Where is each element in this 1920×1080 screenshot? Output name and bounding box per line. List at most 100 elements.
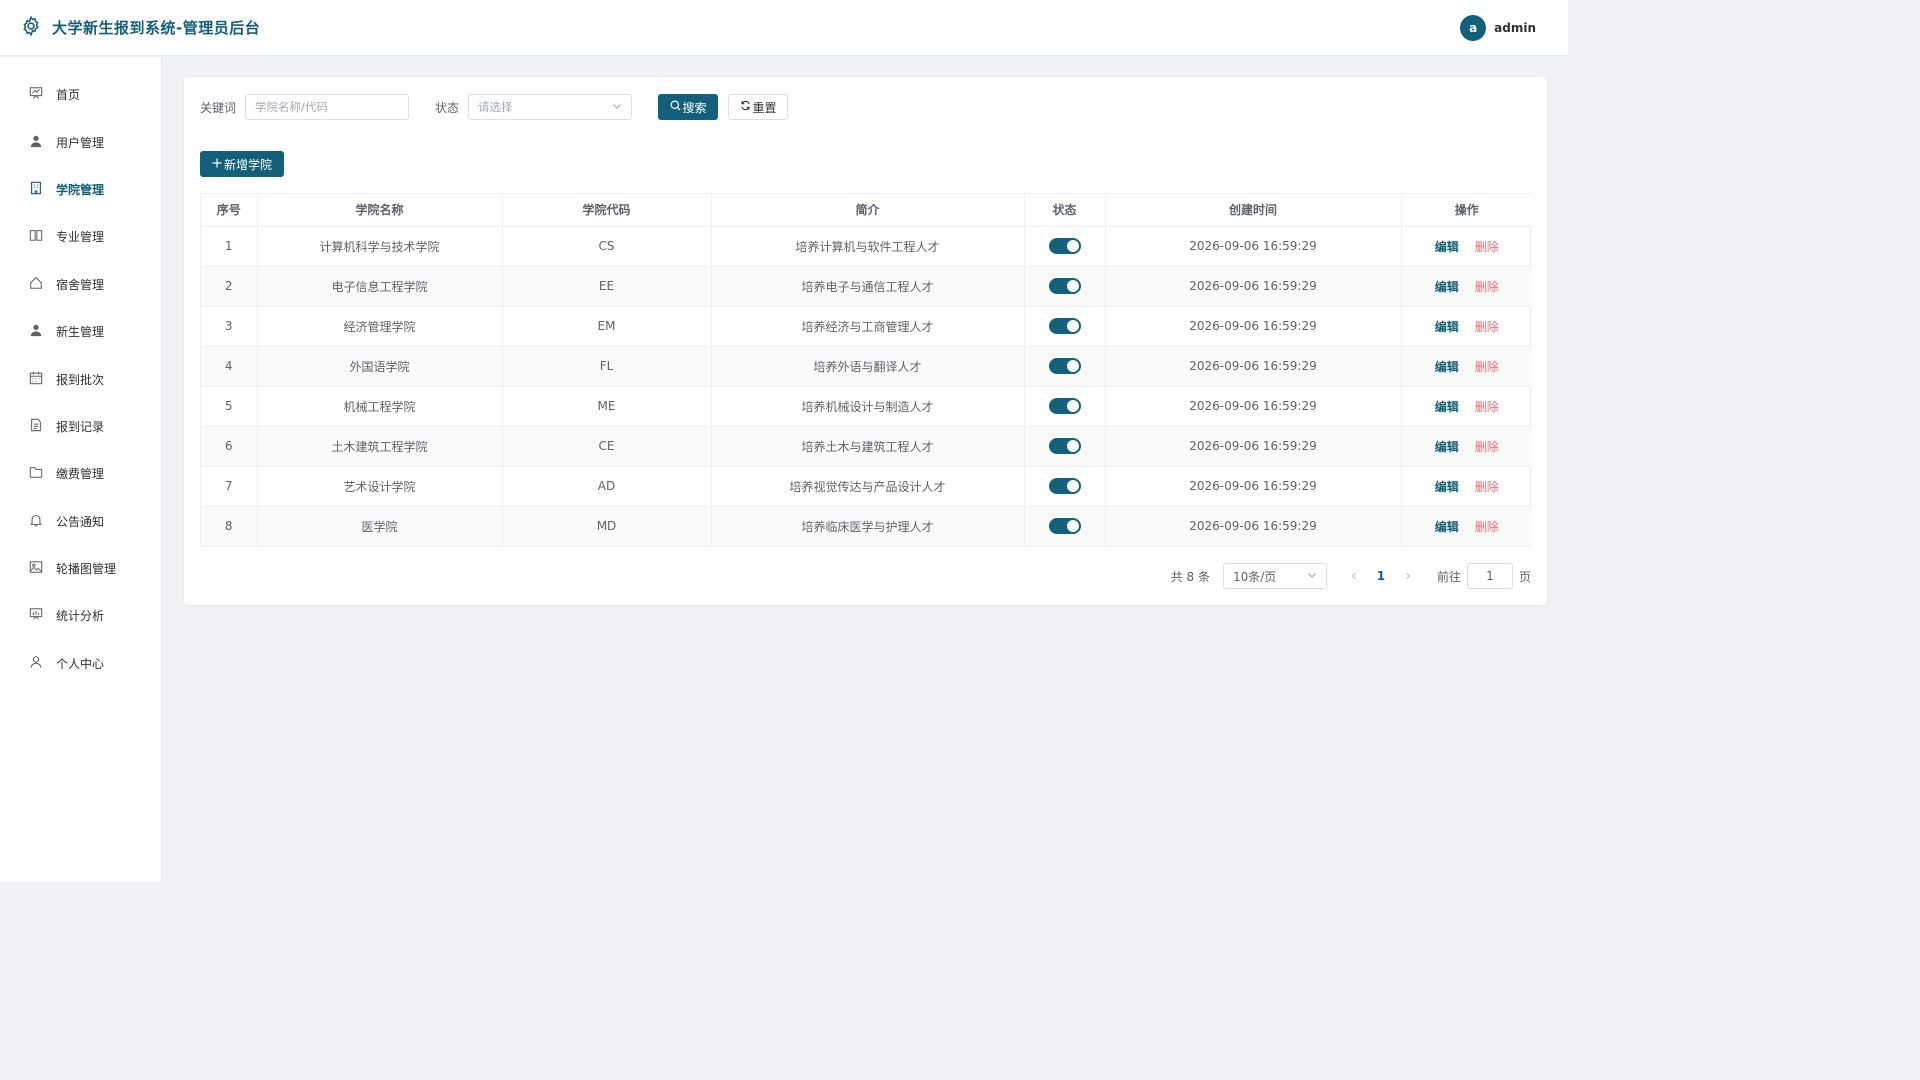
edit-button[interactable]: 编辑 [1435, 320, 1459, 334]
sidebar-item-colleges[interactable]: 学院管理 [0, 166, 161, 213]
sidebar-item-carousel[interactable]: 轮播图管理 [0, 545, 161, 592]
status-toggle[interactable] [1048, 278, 1081, 294]
delete-button[interactable]: 删除 [1475, 440, 1499, 454]
sidebar-item-majors[interactable]: 专业管理 [0, 213, 161, 260]
edit-button[interactable]: 编辑 [1435, 280, 1459, 294]
edit-button[interactable]: 编辑 [1435, 240, 1459, 254]
edit-button[interactable]: 编辑 [1435, 360, 1459, 374]
table-row: 7 艺术设计学院 AD 培养视觉传达与产品设计人才 2026-09-06 16:… [201, 466, 1532, 507]
avatar[interactable]: a [1460, 14, 1487, 41]
page-size-value: 10条/页 [1232, 569, 1277, 584]
delete-button[interactable]: 删除 [1475, 320, 1499, 334]
college-code: FL [502, 346, 712, 387]
created-time: 2026-09-06 16:59:29 [1105, 226, 1402, 267]
goto-page-input[interactable]: 1 [1466, 563, 1513, 589]
building-icon [29, 181, 43, 198]
status-placeholder: 请选择 [478, 100, 513, 114]
user-outline-icon [29, 655, 43, 672]
table-row: 1 计算机科学与技术学院 CS 培养计算机与软件工程人才 2026-09-06 … [201, 226, 1532, 267]
delete-button[interactable]: 删除 [1475, 520, 1499, 534]
edit-button[interactable]: 编辑 [1435, 440, 1459, 454]
status-toggle[interactable] [1048, 358, 1081, 374]
keyword-label: 关键词 [200, 100, 237, 115]
sidebar-item-label: 首页 [56, 88, 81, 103]
column-header: 创建时间 [1105, 194, 1402, 227]
status-toggle[interactable] [1048, 318, 1081, 334]
status-toggle[interactable] [1048, 238, 1081, 254]
delete-button[interactable]: 删除 [1475, 240, 1499, 254]
sidebar-item-freshmen[interactable]: 新生管理 [0, 308, 161, 355]
user-menu[interactable]: a admin [1460, 14, 1536, 41]
status-toggle[interactable] [1048, 438, 1081, 454]
edit-button[interactable]: 编辑 [1435, 400, 1459, 414]
page-size-select[interactable]: 10条/页 [1222, 563, 1327, 589]
sidebar-item-payments[interactable]: 缴费管理 [0, 450, 161, 497]
row-index: 5 [201, 386, 258, 427]
status-label: 状态 [435, 100, 460, 115]
created-time: 2026-09-06 16:59:29 [1105, 506, 1402, 547]
status-toggle[interactable] [1048, 518, 1081, 534]
status-select[interactable]: 请选择 [468, 94, 633, 120]
add-college-button[interactable]: 新增学院 [200, 151, 284, 177]
sidebar-item-batches[interactable]: 报到批次 [0, 355, 161, 402]
row-index: 4 [201, 346, 258, 387]
content-panel: 关键词 学院名称/代码 状态 请选择 搜索 重置 新增学院 序号 学院名称 学院… [184, 77, 1547, 605]
college-name: 外国语学院 [257, 346, 503, 387]
sidebar-item-profile[interactable]: 个人中心 [0, 640, 161, 687]
user-icon [29, 323, 43, 340]
edit-button[interactable]: 编辑 [1435, 520, 1459, 534]
house-icon [29, 276, 43, 293]
chevron-down-icon [612, 100, 622, 114]
college-name: 电子信息工程学院 [257, 266, 503, 307]
edit-button[interactable]: 编辑 [1435, 480, 1459, 494]
picture-icon [29, 560, 43, 577]
prev-page-button[interactable] [1341, 569, 1367, 583]
sidebar-item-dorms[interactable]: 宿舍管理 [0, 261, 161, 308]
sidebar-item-label: 新生管理 [56, 325, 105, 340]
column-header: 操作 [1401, 194, 1532, 227]
sidebar-item-users[interactable]: 用户管理 [0, 118, 161, 165]
sidebar-item-label: 轮播图管理 [56, 562, 117, 577]
delete-button[interactable]: 删除 [1475, 400, 1499, 414]
brand: 大学新生报到系统-管理员后台 [20, 15, 260, 40]
delete-button[interactable]: 删除 [1475, 280, 1499, 294]
column-header: 学院名称 [257, 194, 503, 227]
page-number[interactable]: 1 [1367, 569, 1395, 583]
sidebar-item-label: 报到批次 [56, 372, 105, 387]
column-header: 序号 [201, 194, 258, 227]
row-index: 2 [201, 266, 258, 307]
sidebar-item-home[interactable]: 首页 [0, 71, 161, 118]
reset-button-label: 重置 [752, 100, 777, 115]
sidebar-item-notices[interactable]: 公告通知 [0, 498, 161, 545]
reset-button[interactable]: 重置 [728, 94, 789, 120]
table-row: 5 机械工程学院 ME 培养机械设计与制造人才 2026-09-06 16:59… [201, 386, 1532, 427]
sidebar-item-label: 用户管理 [56, 135, 105, 150]
created-time: 2026-09-06 16:59:29 [1105, 266, 1402, 307]
keyword-input[interactable]: 学院名称/代码 [245, 94, 410, 120]
college-description: 培养机械设计与制造人才 [711, 386, 1025, 427]
status-toggle[interactable] [1048, 398, 1081, 414]
created-time: 2026-09-06 16:59:29 [1105, 306, 1402, 347]
sidebar-item-records[interactable]: 报到记录 [0, 403, 161, 450]
search-button[interactable]: 搜索 [658, 94, 719, 120]
college-code: AD [502, 466, 712, 507]
row-index: 3 [201, 306, 258, 347]
college-name: 经济管理学院 [257, 306, 503, 347]
college-name: 计算机科学与技术学院 [257, 226, 503, 267]
status-toggle[interactable] [1048, 478, 1081, 494]
bell-icon [29, 513, 43, 530]
sidebar-item-label: 报到记录 [56, 419, 105, 434]
search-button-label: 搜索 [682, 100, 707, 115]
sidebar-item-statistics[interactable]: 统计分析 [0, 592, 161, 639]
column-header: 学院代码 [502, 194, 712, 227]
next-page-button[interactable] [1395, 569, 1421, 583]
created-time: 2026-09-06 16:59:29 [1105, 466, 1402, 507]
delete-button[interactable]: 删除 [1475, 360, 1499, 374]
delete-button[interactable]: 删除 [1475, 480, 1499, 494]
sidebar-item-label: 统计分析 [56, 609, 105, 624]
college-code: CE [502, 426, 712, 467]
created-time: 2026-09-06 16:59:29 [1105, 386, 1402, 427]
refresh-icon [740, 100, 751, 114]
username[interactable]: admin [1494, 21, 1536, 35]
college-description: 培养临床医学与护理人才 [711, 506, 1025, 547]
